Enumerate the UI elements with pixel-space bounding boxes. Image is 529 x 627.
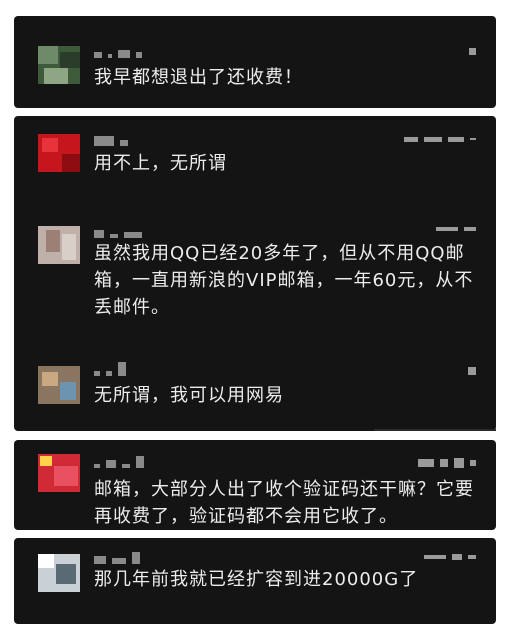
- comment: 无所谓，我可以用网易: [14, 360, 496, 430]
- comment-meta-blurred: [424, 552, 476, 562]
- username-blurred[interactable]: [94, 456, 144, 468]
- comment-text: 我早都想退出了还收费！: [94, 67, 303, 88]
- comment-card-3: 邮箱，大部分人出了收个验证码还干嘛？它要再收费了，验证码都不会用它收了。: [14, 440, 496, 530]
- comment-text: 那几年前我就已经扩容到进20000G了: [94, 569, 419, 590]
- avatar[interactable]: [38, 46, 80, 84]
- username-blurred[interactable]: [94, 134, 128, 146]
- comment-text: 无所谓，我可以用网易: [94, 385, 284, 406]
- comment-text: 邮箱，大部分人出了收个验证码还干嘛？它要再收费了，验证码都不会用它收了。: [94, 479, 474, 527]
- avatar[interactable]: [38, 454, 80, 492]
- comment-meta-blurred: [468, 366, 476, 376]
- comment: 那几年前我就已经扩容到进20000G了: [14, 538, 496, 624]
- avatar[interactable]: [38, 226, 80, 264]
- comment: 用不上，无所谓: [14, 116, 496, 196]
- comment-card-2: 用不上，无所谓 虽然我用QQ已经20多年了，但从不用QQ邮箱，一直用新浪的VIP…: [14, 116, 496, 431]
- username-blurred[interactable]: [94, 226, 142, 238]
- comment-text: 用不上，无所谓: [94, 153, 227, 174]
- comment-text: 虽然我用QQ已经20多年了，但从不用QQ邮箱，一直用新浪的VIP邮箱，一年60元…: [94, 243, 474, 318]
- comment-meta-blurred: [436, 224, 476, 234]
- comment-card-1: 我早都想退出了还收费！: [14, 16, 496, 108]
- username-blurred[interactable]: [94, 46, 142, 58]
- comment-meta-blurred: [469, 46, 476, 56]
- comment: 邮箱，大部分人出了收个验证码还干嘛？它要再收费了，验证码都不会用它收了。: [14, 440, 496, 530]
- avatar[interactable]: [38, 554, 80, 592]
- comment-meta-blurred: [418, 458, 476, 468]
- username-blurred[interactable]: [94, 552, 140, 564]
- avatar[interactable]: [38, 366, 80, 404]
- username-blurred[interactable]: [94, 362, 126, 376]
- avatar[interactable]: [38, 134, 80, 172]
- comment-card-4: 那几年前我就已经扩容到进20000G了: [14, 538, 496, 624]
- divider: [374, 429, 496, 431]
- comment: 我早都想退出了还收费！: [14, 16, 496, 108]
- comment-meta-blurred: [404, 134, 476, 144]
- comment: 虽然我用QQ已经20多年了，但从不用QQ邮箱，一直用新浪的VIP邮箱，一年60元…: [14, 216, 496, 346]
